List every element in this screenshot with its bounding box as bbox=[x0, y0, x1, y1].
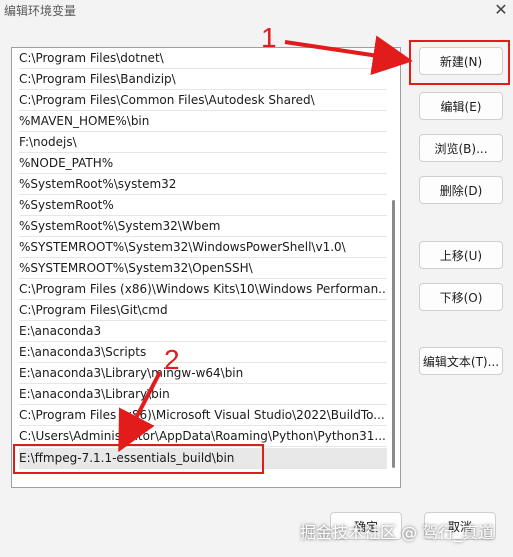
annotation-number-1: 1 bbox=[261, 22, 277, 53]
annotation-number-2: 2 bbox=[164, 344, 180, 375]
watermark: 掘金技术社区 @ 驾行_真道 bbox=[300, 523, 495, 542]
arrow-1 bbox=[284, 35, 413, 76]
annotation-arrows bbox=[118, 35, 413, 453]
arrow-2 bbox=[118, 371, 162, 453]
